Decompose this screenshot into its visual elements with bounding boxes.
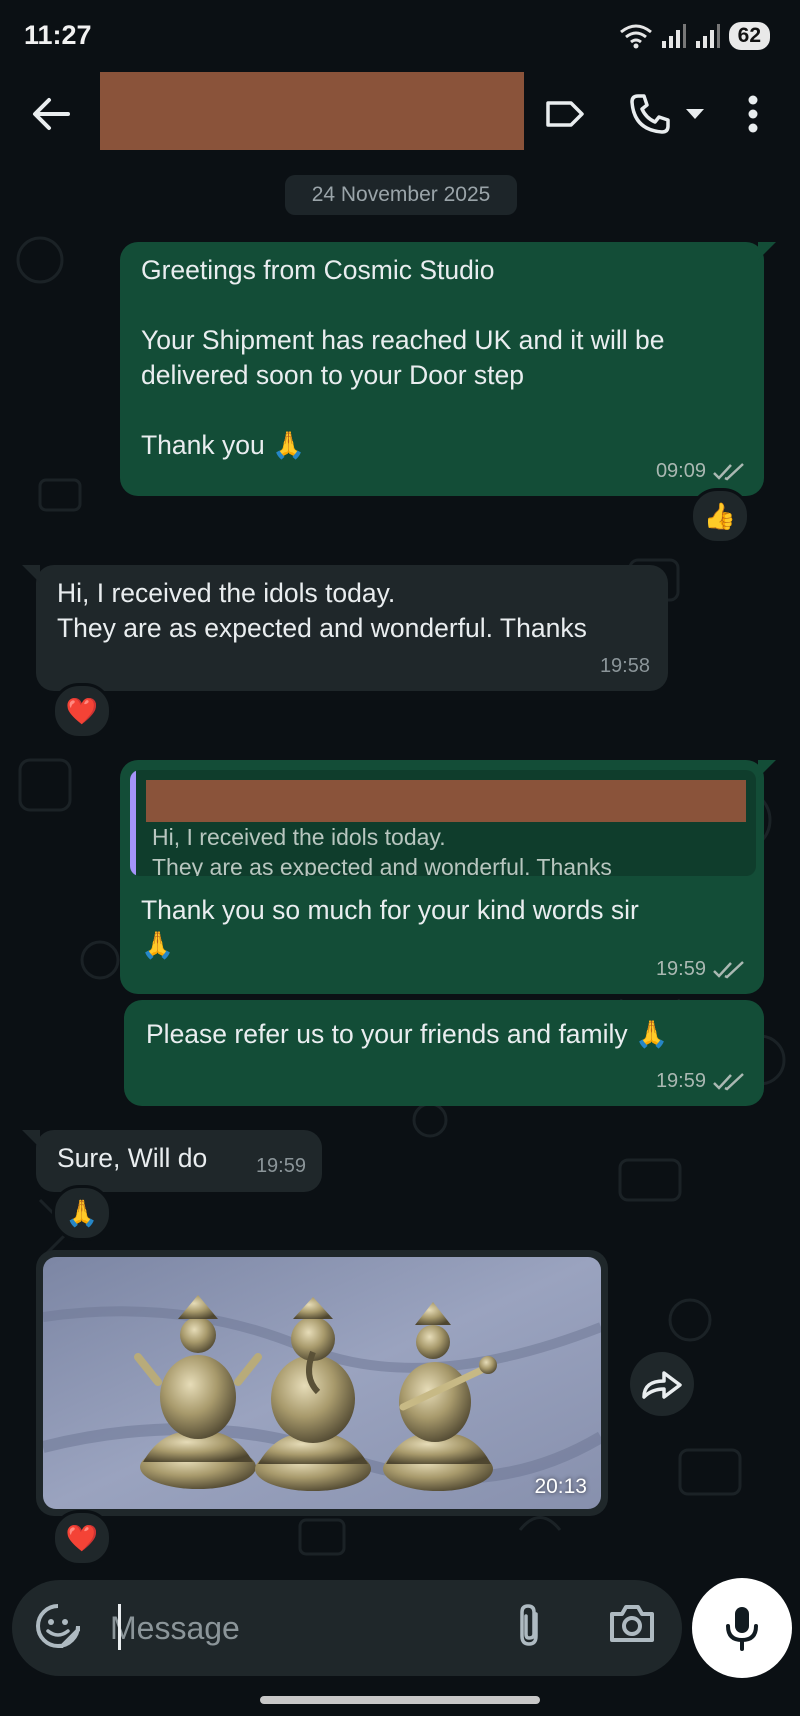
quote-accent-bar xyxy=(130,770,136,876)
call-button[interactable] xyxy=(622,88,712,140)
message-meta: 19:59 xyxy=(656,1064,746,1099)
kebab-menu-icon xyxy=(748,95,758,133)
arrow-left-icon xyxy=(33,98,70,130)
outgoing-message-bubble[interactable]: Greetings from Cosmic Studio Your Shipme… xyxy=(120,242,764,496)
message-text: Greetings from Cosmic Studio Your Shipme… xyxy=(141,255,665,460)
sticker-icon xyxy=(36,1604,80,1648)
message-text: Hi, I received the idols today. They are… xyxy=(57,578,587,643)
voice-message-button[interactable] xyxy=(692,1578,792,1678)
bubble-tail xyxy=(758,760,776,778)
status-bar: 11:27 62 xyxy=(0,0,800,70)
quoted-text: Hi, I received the idols today. They are… xyxy=(152,824,612,876)
reaction-badge[interactable]: ❤️ xyxy=(52,1510,112,1566)
message-composer xyxy=(12,1580,682,1676)
outgoing-reply-bubble[interactable]: Hi, I received the idols today. They are… xyxy=(120,760,764,994)
message-meta: 19:59 xyxy=(256,1149,306,1184)
incoming-message-bubble[interactable]: Hi, I received the idols today. They are… xyxy=(36,565,668,691)
reaction-badge[interactable]: 👍 xyxy=(690,488,750,544)
message-meta: 09:09 xyxy=(656,454,746,489)
quoted-author-redacted xyxy=(146,780,746,822)
contact-name-redacted[interactable] xyxy=(100,72,524,150)
microphone-icon xyxy=(726,1607,758,1651)
status-icons: 62 xyxy=(619,18,770,54)
quoted-message[interactable]: Hi, I received the idols today. They are… xyxy=(130,770,756,876)
message-time: 09:09 xyxy=(655,460,706,482)
message-time: 20:13 xyxy=(534,1475,587,1498)
signal-icon xyxy=(661,24,686,48)
incoming-message-bubble[interactable]: Sure, Will do 19:59 xyxy=(36,1130,322,1192)
bubble-tail xyxy=(22,1130,40,1148)
reaction-badge[interactable]: 🙏 xyxy=(52,1185,112,1241)
attach-button[interactable] xyxy=(512,1602,562,1654)
message-meta: 19:58 xyxy=(600,649,650,684)
idols-image xyxy=(43,1257,601,1509)
back-button[interactable] xyxy=(26,92,76,136)
phone-icon xyxy=(630,94,670,134)
message-text: Sure, Will do xyxy=(57,1143,208,1173)
incoming-image-message[interactable]: 20:13 xyxy=(36,1250,608,1516)
message-time: 19:59 xyxy=(655,958,706,980)
message-time: 19:58 xyxy=(599,655,650,677)
paperclip-icon xyxy=(520,1604,538,1646)
home-indicator xyxy=(260,1696,540,1704)
bubble-tail xyxy=(22,565,40,583)
message-meta: 19:59 xyxy=(656,952,746,987)
label-icon xyxy=(546,101,584,127)
forward-button[interactable] xyxy=(630,1352,694,1416)
message-time: 19:59 xyxy=(255,1155,306,1177)
emoji-sticker-button[interactable] xyxy=(34,1602,86,1654)
status-time: 11:27 xyxy=(24,20,92,50)
double-check-icon xyxy=(713,960,744,979)
reaction-badge[interactable]: ❤️ xyxy=(52,683,112,739)
message-time: 19:59 xyxy=(655,1070,706,1092)
camera-button[interactable] xyxy=(608,1602,662,1654)
message-input[interactable] xyxy=(108,1602,512,1654)
battery-indicator: 62 xyxy=(728,22,770,50)
double-check-icon xyxy=(713,1072,744,1091)
signal-icon-2 xyxy=(695,24,720,48)
outgoing-message-bubble[interactable]: Please refer us to your friends and fami… xyxy=(124,1000,764,1106)
more-options-button[interactable] xyxy=(738,90,768,138)
wifi-icon xyxy=(619,24,652,49)
label-button[interactable] xyxy=(542,92,588,136)
camera-icon xyxy=(610,1605,654,1642)
double-check-icon xyxy=(713,462,744,481)
text-cursor xyxy=(118,1604,121,1650)
message-text: Please refer us to your friends and fami… xyxy=(146,1019,669,1049)
idols-photo[interactable]: 20:13 xyxy=(43,1257,601,1509)
forward-arrow-icon xyxy=(642,1371,682,1399)
chevron-down-icon xyxy=(686,109,704,119)
bubble-tail xyxy=(758,242,776,260)
date-separator: 24 November 2025 xyxy=(285,175,517,215)
